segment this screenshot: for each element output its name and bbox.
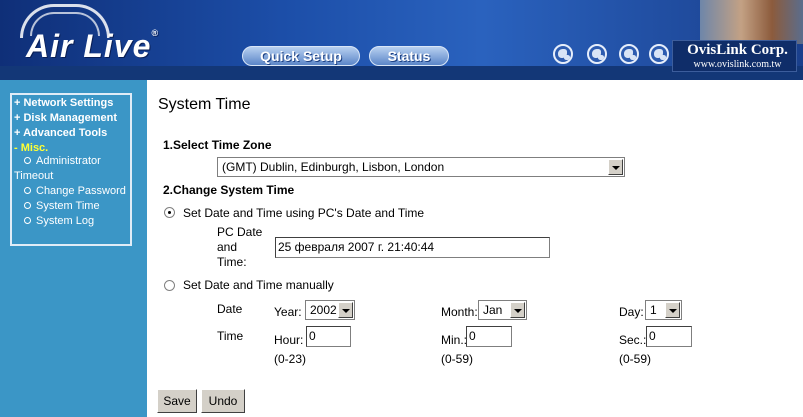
year-select-value: 2002	[310, 303, 337, 317]
brand-name: OvisLink Corp.	[687, 42, 788, 58]
hour-input[interactable]: 0	[306, 326, 351, 347]
sidebar: + Network Settings + Disk Management + A…	[0, 80, 147, 417]
sidebar-subitem-label: Change Password	[36, 185, 126, 197]
header-photo	[700, 0, 803, 44]
radio-pc-time[interactable]	[164, 207, 175, 218]
pc-date-label-and: and	[217, 240, 238, 254]
timezone-select[interactable]: (GMT) Dublin, Edinburgh, Lisbon, London	[217, 157, 625, 177]
globe-icon[interactable]	[619, 44, 639, 64]
month-select[interactable]: Jan	[478, 300, 527, 320]
save-button[interactable]: Save	[157, 389, 197, 413]
sidebar-subitem-system-time[interactable]: System Time	[24, 200, 100, 212]
radio-manual-time[interactable]	[164, 280, 175, 291]
bullet-icon	[24, 202, 31, 209]
globe-icon[interactable]	[587, 44, 607, 64]
sidebar-item-advanced-tools[interactable]: + Advanced Tools	[14, 127, 107, 139]
min-label: Min.:	[441, 333, 468, 347]
globe-icon[interactable]	[649, 44, 669, 64]
page-title: System Time	[158, 96, 251, 113]
bullet-icon	[24, 157, 31, 164]
bullet-icon	[24, 187, 31, 194]
pc-date-label: PC Date	[217, 225, 263, 239]
month-select-value: Jan	[483, 303, 503, 317]
day-select-value: 1	[650, 303, 657, 317]
sidebar-item-network-settings[interactable]: + Network Settings	[14, 97, 113, 109]
airlive-logo[interactable]: Air Live®	[26, 28, 159, 65]
minute-range: (0-59)	[441, 352, 474, 366]
status-button[interactable]: Status	[369, 46, 449, 66]
brand-url: www.ovislink.com.tw	[693, 59, 782, 70]
year-label: Year:	[274, 305, 302, 319]
sidebar-subitem-administrator-timeout[interactable]: Administrator	[24, 155, 101, 167]
second-range: (0-59)	[619, 352, 652, 366]
pc-date-label-time: Time:	[217, 255, 247, 269]
sidebar-item-misc[interactable]: - Misc.	[14, 142, 48, 154]
section-time-zone-heading: 1.Select Time Zone	[163, 138, 272, 152]
radio-manual-time-label: Set Date and Time manually	[183, 278, 334, 292]
date-label: Date	[217, 302, 243, 316]
sidebar-subitem-label: System Log	[36, 215, 95, 227]
timezone-select-value: (GMT) Dublin, Edinburgh, Lisbon, London	[222, 160, 445, 174]
pc-date-time-field[interactable]: 25 февраля 2007 г. 21:40:44	[275, 237, 550, 258]
radio-pc-time-label: Set Date and Time using PC's Date and Ti…	[183, 206, 425, 220]
undo-button[interactable]: Undo	[201, 389, 245, 413]
hour-label: Hour:	[274, 333, 304, 347]
sec-label: Sec.:	[619, 333, 647, 347]
globe-icon[interactable]	[553, 44, 573, 64]
sidebar-item-disk-management[interactable]: + Disk Management	[14, 112, 117, 124]
chevron-down-icon[interactable]	[608, 159, 623, 175]
sidebar-subitem-system-log[interactable]: System Log	[24, 215, 94, 227]
section-change-time-heading: 2.Change System Time	[163, 183, 295, 197]
sidebar-subitem-timeout-label[interactable]: Timeout	[14, 170, 53, 182]
second-input[interactable]: 0	[646, 326, 692, 347]
sidebar-subitem-label: Administrator	[36, 155, 101, 167]
chevron-down-icon[interactable]	[665, 302, 680, 318]
bullet-icon	[24, 217, 31, 224]
sidebar-subitem-change-password[interactable]: Change Password	[24, 185, 126, 197]
hour-range: (0-23)	[274, 352, 307, 366]
sidebar-subitem-label: System Time	[36, 200, 100, 212]
header-banner: Air Live® Quick Setup Status OvisLink Co…	[0, 0, 803, 80]
chevron-down-icon[interactable]	[338, 302, 353, 318]
quick-setup-button[interactable]: Quick Setup	[242, 46, 360, 66]
minute-input[interactable]: 0	[466, 326, 512, 347]
chevron-down-icon[interactable]	[510, 302, 525, 318]
day-select[interactable]: 1	[645, 300, 682, 320]
month-label: Month:	[441, 305, 478, 319]
year-select[interactable]: 2002	[305, 300, 355, 320]
time-label: Time	[217, 329, 244, 343]
day-label: Day:	[619, 305, 644, 319]
